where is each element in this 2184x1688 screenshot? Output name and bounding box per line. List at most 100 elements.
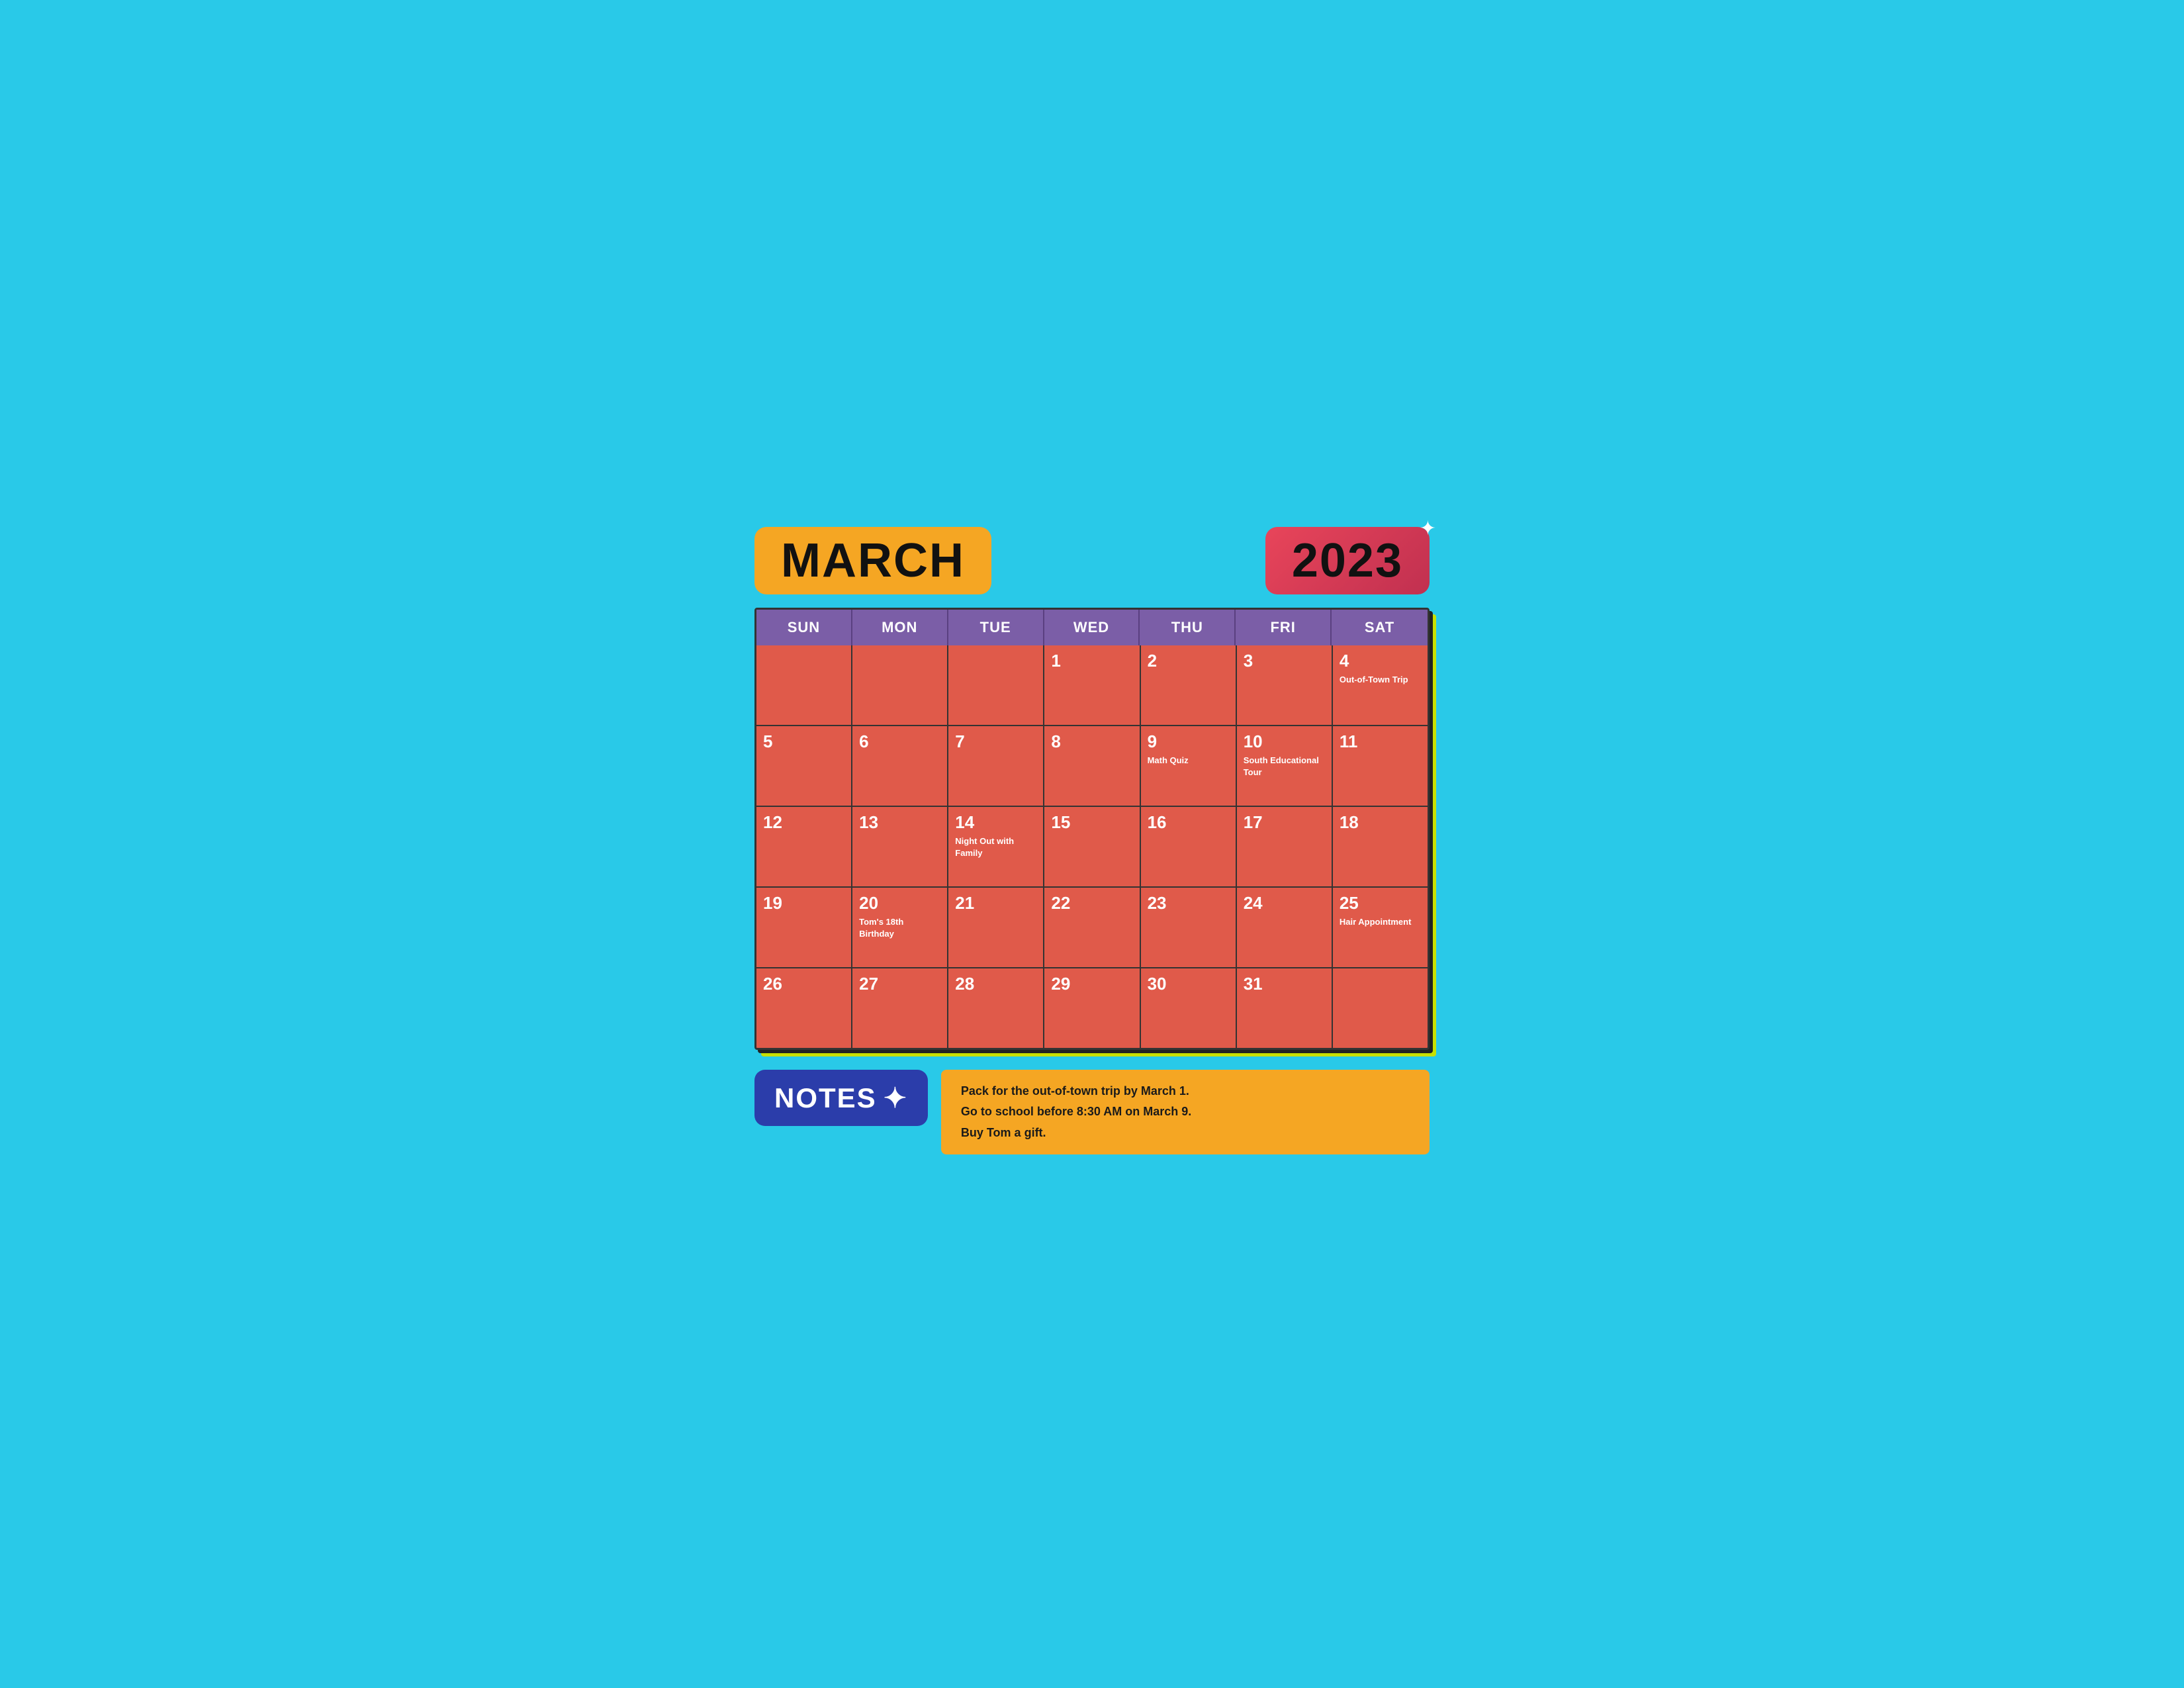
day-header-fri: FRI	[1236, 610, 1332, 645]
day-cell: 2	[1141, 645, 1236, 725]
sparkle-icon: ✦	[1420, 517, 1436, 540]
notes-content: Pack for the out-of-town trip by March 1…	[941, 1070, 1430, 1154]
day-cell: 1	[1044, 645, 1139, 725]
day-header-mon: MON	[852, 610, 948, 645]
note-item-3: Buy Tom a gift.	[961, 1125, 1410, 1141]
day-cell: 7	[948, 726, 1043, 806]
year-label: 2023	[1292, 534, 1403, 587]
day-cell: 11	[1333, 726, 1428, 806]
day-number: 5	[763, 731, 844, 752]
note-item-2: Go to school before 8:30 AM on March 9.	[961, 1103, 1410, 1120]
day-header-sun: SUN	[756, 610, 852, 645]
day-cell: 15	[1044, 807, 1139, 886]
day-number: 11	[1340, 731, 1421, 752]
day-cell: 30	[1141, 968, 1236, 1048]
day-number: 21	[955, 893, 1036, 914]
day-number: 3	[1244, 651, 1325, 671]
day-number: 25	[1340, 893, 1421, 914]
day-cell: 27	[852, 968, 947, 1048]
day-cell: 23	[1141, 888, 1236, 967]
day-cell: 18	[1333, 807, 1428, 886]
day-number: 19	[763, 893, 844, 914]
day-number: 10	[1244, 731, 1325, 752]
day-number: 17	[1244, 812, 1325, 833]
day-cell: 17	[1237, 807, 1332, 886]
day-event: Night Out with Family	[955, 836, 1014, 858]
calendar: SUNMONTUEWEDTHUFRISAT 1234Out-of-Town Tr…	[754, 608, 1430, 1050]
day-number: 6	[859, 731, 940, 752]
day-cell: 24	[1237, 888, 1332, 967]
day-cell: 16	[1141, 807, 1236, 886]
day-number: 18	[1340, 812, 1421, 833]
day-event: Out-of-Town Trip	[1340, 675, 1408, 684]
notes-sparkle-icon: ✦	[884, 1082, 908, 1114]
day-cell: 22	[1044, 888, 1139, 967]
calendar-header: MARCH 2023 ✦	[754, 527, 1430, 594]
notes-label: NOTES	[774, 1082, 877, 1114]
day-number: 30	[1148, 974, 1229, 994]
day-cell: 28	[948, 968, 1043, 1048]
day-cell: 25 Hair Appointment	[1333, 888, 1428, 967]
notes-badge-wrapper: NOTES ✦	[754, 1070, 928, 1154]
note-item-1: Pack for the out-of-town trip by March 1…	[961, 1083, 1410, 1100]
page-container: MARCH 2023 ✦ SUNMONTUEWEDTHUFRISAT 1234O…	[728, 507, 1456, 1181]
day-cell: 6	[852, 726, 947, 806]
day-number: 29	[1051, 974, 1132, 994]
day-event: Tom's 18th Birthday	[859, 917, 903, 939]
day-cell	[852, 645, 947, 725]
day-headers: SUNMONTUEWEDTHUFRISAT	[756, 610, 1428, 645]
day-number: 1	[1051, 651, 1132, 671]
day-number: 4	[1340, 651, 1421, 671]
day-header-thu: THU	[1140, 610, 1236, 645]
day-number: 23	[1148, 893, 1229, 914]
day-event: South Educational Tour	[1244, 755, 1319, 777]
day-cell	[948, 645, 1043, 725]
day-number: 15	[1051, 812, 1132, 833]
day-cell: 3	[1237, 645, 1332, 725]
day-header-tue: TUE	[948, 610, 1044, 645]
notes-section: NOTES ✦ Pack for the out-of-town trip by…	[754, 1070, 1430, 1154]
day-number: 14	[955, 812, 1036, 833]
calendar-wrapper: SUNMONTUEWEDTHUFRISAT 1234Out-of-Town Tr…	[754, 608, 1430, 1050]
year-badge-wrapper: 2023 ✦	[1265, 527, 1430, 594]
day-number: 16	[1148, 812, 1229, 833]
day-cell: 19	[756, 888, 851, 967]
day-cell: 21	[948, 888, 1043, 967]
day-number: 9	[1148, 731, 1229, 752]
day-number: 24	[1244, 893, 1325, 914]
day-cell	[756, 645, 851, 725]
day-cell: 31	[1237, 968, 1332, 1048]
day-cell: 10 South Educational Tour	[1237, 726, 1332, 806]
month-label: MARCH	[781, 534, 965, 587]
day-number: 20	[859, 893, 940, 914]
day-number: 26	[763, 974, 844, 994]
day-number: 8	[1051, 731, 1132, 752]
day-cell: 26	[756, 968, 851, 1048]
day-cell	[1333, 968, 1428, 1048]
day-cell: 13	[852, 807, 947, 886]
day-cell: 20 Tom's 18th Birthday	[852, 888, 947, 967]
day-cell: 4 Out-of-Town Trip	[1333, 645, 1428, 725]
day-cell: 5	[756, 726, 851, 806]
day-number: 12	[763, 812, 844, 833]
day-cell: 8	[1044, 726, 1139, 806]
day-event: Math Quiz	[1148, 755, 1189, 765]
day-number: 22	[1051, 893, 1132, 914]
day-cell: 29	[1044, 968, 1139, 1048]
day-number: 13	[859, 812, 940, 833]
day-header-wed: WED	[1044, 610, 1140, 645]
month-badge: MARCH	[754, 527, 991, 594]
day-number: 27	[859, 974, 940, 994]
day-number: 28	[955, 974, 1036, 994]
calendar-grid: 1234Out-of-Town Trip56789Math Quiz10Sout…	[756, 645, 1428, 1048]
day-number: 7	[955, 731, 1036, 752]
year-badge: 2023	[1265, 527, 1430, 594]
day-header-sat: SAT	[1332, 610, 1428, 645]
day-number: 31	[1244, 974, 1325, 994]
notes-badge: NOTES ✦	[754, 1070, 928, 1126]
day-number: 2	[1148, 651, 1229, 671]
day-cell: 14 Night Out with Family	[948, 807, 1043, 886]
day-event: Hair Appointment	[1340, 917, 1412, 927]
day-cell: 12	[756, 807, 851, 886]
day-cell: 9 Math Quiz	[1141, 726, 1236, 806]
